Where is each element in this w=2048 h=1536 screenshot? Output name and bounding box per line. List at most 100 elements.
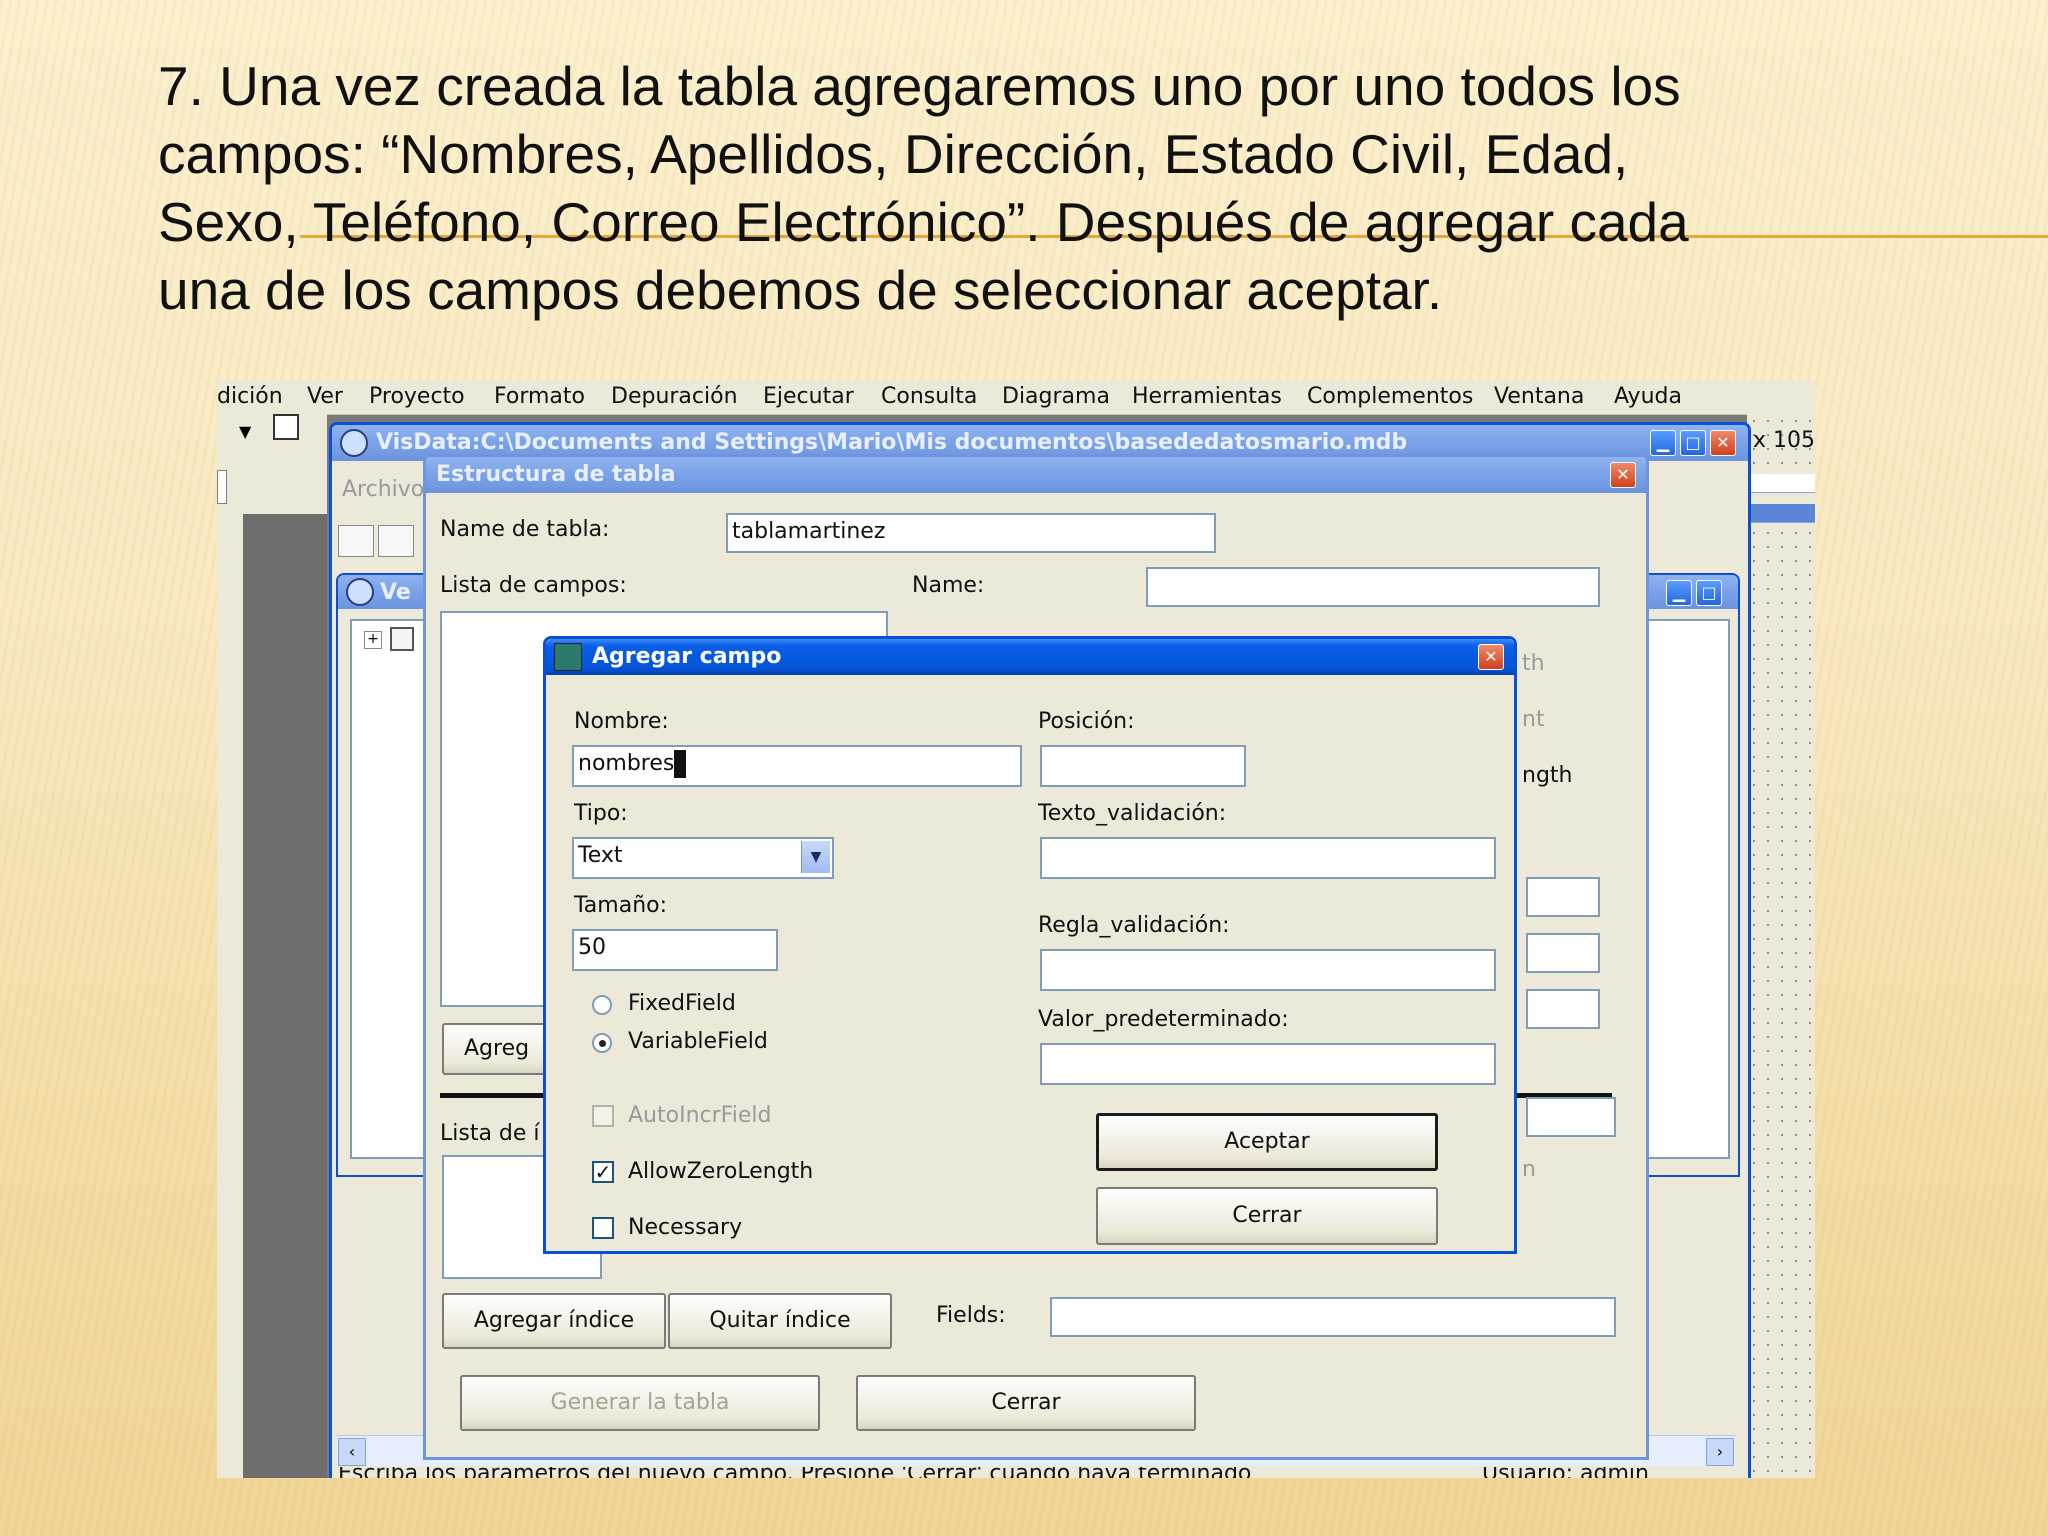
necessary-label: Necessary [628,1215,743,1240]
form-view-icon[interactable] [378,525,414,557]
right-panel: x 105 [1747,414,1815,1478]
menu-ver[interactable]: Ver [307,380,343,414]
close-icon[interactable]: ✕ [1710,430,1736,456]
left-toolbar: ▼ [217,414,327,1478]
table-grid-icon[interactable] [338,525,374,557]
visdata-app-icon [340,429,368,457]
allowzero-label: AllowZeroLength [628,1159,814,1184]
estructura-close-icon[interactable]: ✕ [1610,462,1636,488]
menu-consulta[interactable]: Consulta [881,380,977,414]
menu-archivo[interactable]: Archivo [342,477,424,502]
menu-bar: dición Ver Proyecto Formato Depuración E… [217,380,1815,415]
menu-ejecutar[interactable]: Ejecutar [763,380,854,414]
autoincr-checkbox[interactable] [592,1105,614,1127]
tipo-label: Tipo: [574,801,628,826]
nombre-label: Nombre: [574,709,669,734]
variablefield-label: VariableField [628,1029,768,1054]
chevron-down-icon[interactable]: ▼ [801,841,830,873]
partial-input-2[interactable] [1526,933,1600,973]
minimize-icon[interactable]: ▁ [1650,430,1676,456]
status-bar: Escriba los parámetros del nuevo campo. … [332,1467,1742,1478]
slide-instruction: 7. Una vez creada la tabla agregaremos u… [158,55,1689,321]
tamano-label: Tamaño: [574,893,668,918]
maximize-icon[interactable]: □ [1680,430,1706,456]
right-strip [1747,474,1815,493]
db-minimize-icon[interactable]: ▁ [1666,580,1692,606]
menu-formato[interactable]: Formato [494,380,585,414]
estructura-titlebar: Estructura de tabla ✕ [426,457,1646,493]
tamano-input[interactable]: 50 [572,929,778,971]
texto-validacion-input[interactable] [1040,837,1496,879]
partial-label-4: n [1522,1157,1536,1182]
status-user: Usuario: admin [1482,1467,1649,1478]
estructura-close-button[interactable]: Cerrar [856,1375,1196,1431]
agregar-titlebar: Agregar campo ✕ [546,639,1514,675]
add-field-app-icon [554,643,582,671]
allowzero-checkbox[interactable]: ✓ [592,1161,614,1183]
agregar-campo-dialog: Agregar campo ✕ Nombre: nombres Posición… [543,636,1517,1254]
field-name-input[interactable] [1146,567,1600,607]
table-name-label: Name de tabla: [440,517,610,542]
cerrar-button[interactable]: Cerrar [1096,1187,1438,1245]
agregar-title: Agregar campo [592,644,782,669]
menu-herramientas[interactable]: Herramientas [1132,380,1282,414]
status-message: Escriba los parámetros del nuevo campo. … [338,1467,1251,1478]
valor-predeterminado-input[interactable] [1040,1043,1496,1085]
toolbar-fragment [217,470,227,504]
fields-label: Fields: [936,1303,1006,1328]
fixedfield-radio[interactable] [592,995,612,1015]
vb-screenshot: dición Ver Proyecto Formato Depuración E… [217,380,1815,1478]
agregar-close-icon[interactable]: ✕ [1478,644,1504,670]
autoincr-label: AutoIncrField [628,1103,772,1128]
texto-validacion-label: Texto_validación: [1038,801,1227,826]
valor-predeterminado-label: Valor_predeterminado: [1038,1007,1289,1032]
scroll-right-icon[interactable]: › [1706,1438,1734,1466]
index-list-label: Lista de í [440,1121,540,1146]
build-table-button[interactable]: Generar la tabla [460,1375,820,1431]
database-title: Ve [380,580,411,605]
regla-validacion-input[interactable] [1040,949,1496,991]
nombre-input[interactable]: nombres [572,745,1022,787]
field-name-label: Name: [912,573,985,598]
regla-validacion-label: Regla_validación: [1038,913,1230,938]
dropdown-arrow-icon[interactable]: ▼ [239,422,251,441]
database-app-icon [346,578,374,606]
aceptar-button[interactable]: Aceptar [1096,1113,1438,1171]
variablefield-radio[interactable] [592,1033,612,1053]
expand-icon[interactable]: + [364,631,382,649]
text-cursor [674,750,687,778]
tipo-select[interactable]: Text ▼ [572,837,834,879]
necessary-checkbox[interactable] [592,1217,614,1239]
partial-input-1[interactable] [1526,877,1600,917]
db-maximize-icon[interactable]: □ [1696,580,1722,606]
posicion-input[interactable] [1040,745,1246,787]
fields-list-label: Lista de campos: [440,573,627,598]
menu-ventana[interactable]: Ventana [1494,380,1584,414]
coords-readout: x 105 [1753,428,1815,453]
tipo-value: Text [578,843,623,868]
right-strip-blue [1747,504,1815,523]
estructura-title: Estructura de tabla [436,462,676,487]
add-index-button[interactable]: Agregar índice [442,1293,666,1349]
partial-label-1: th [1522,651,1545,676]
properties-icon[interactable] [273,414,299,440]
partial-input-4[interactable] [1526,1097,1616,1137]
partial-label-2: nt [1522,707,1545,732]
partial-input-3[interactable] [1526,989,1600,1029]
menu-complementos[interactable]: Complementos [1307,380,1473,414]
properties-node-icon [390,627,414,651]
fixedfield-label: FixedField [628,991,736,1016]
partial-label-3: ngth [1522,763,1573,788]
menu-depuracion[interactable]: Depuración [611,380,738,414]
fields-input[interactable] [1050,1297,1616,1337]
menu-proyecto[interactable]: Proyecto [369,380,465,414]
table-name-input[interactable]: tablamartinez [726,513,1216,553]
workspace-gray [243,514,327,1478]
scroll-left-icon[interactable]: ‹ [338,1438,366,1466]
menu-ayuda[interactable]: Ayuda [1614,380,1682,414]
posicion-label: Posición: [1038,709,1135,734]
menu-edicion[interactable]: dición [217,380,283,414]
nombre-value: nombres [578,751,675,776]
remove-index-button[interactable]: Quitar índice [668,1293,892,1349]
menu-diagrama[interactable]: Diagrama [1002,380,1110,414]
